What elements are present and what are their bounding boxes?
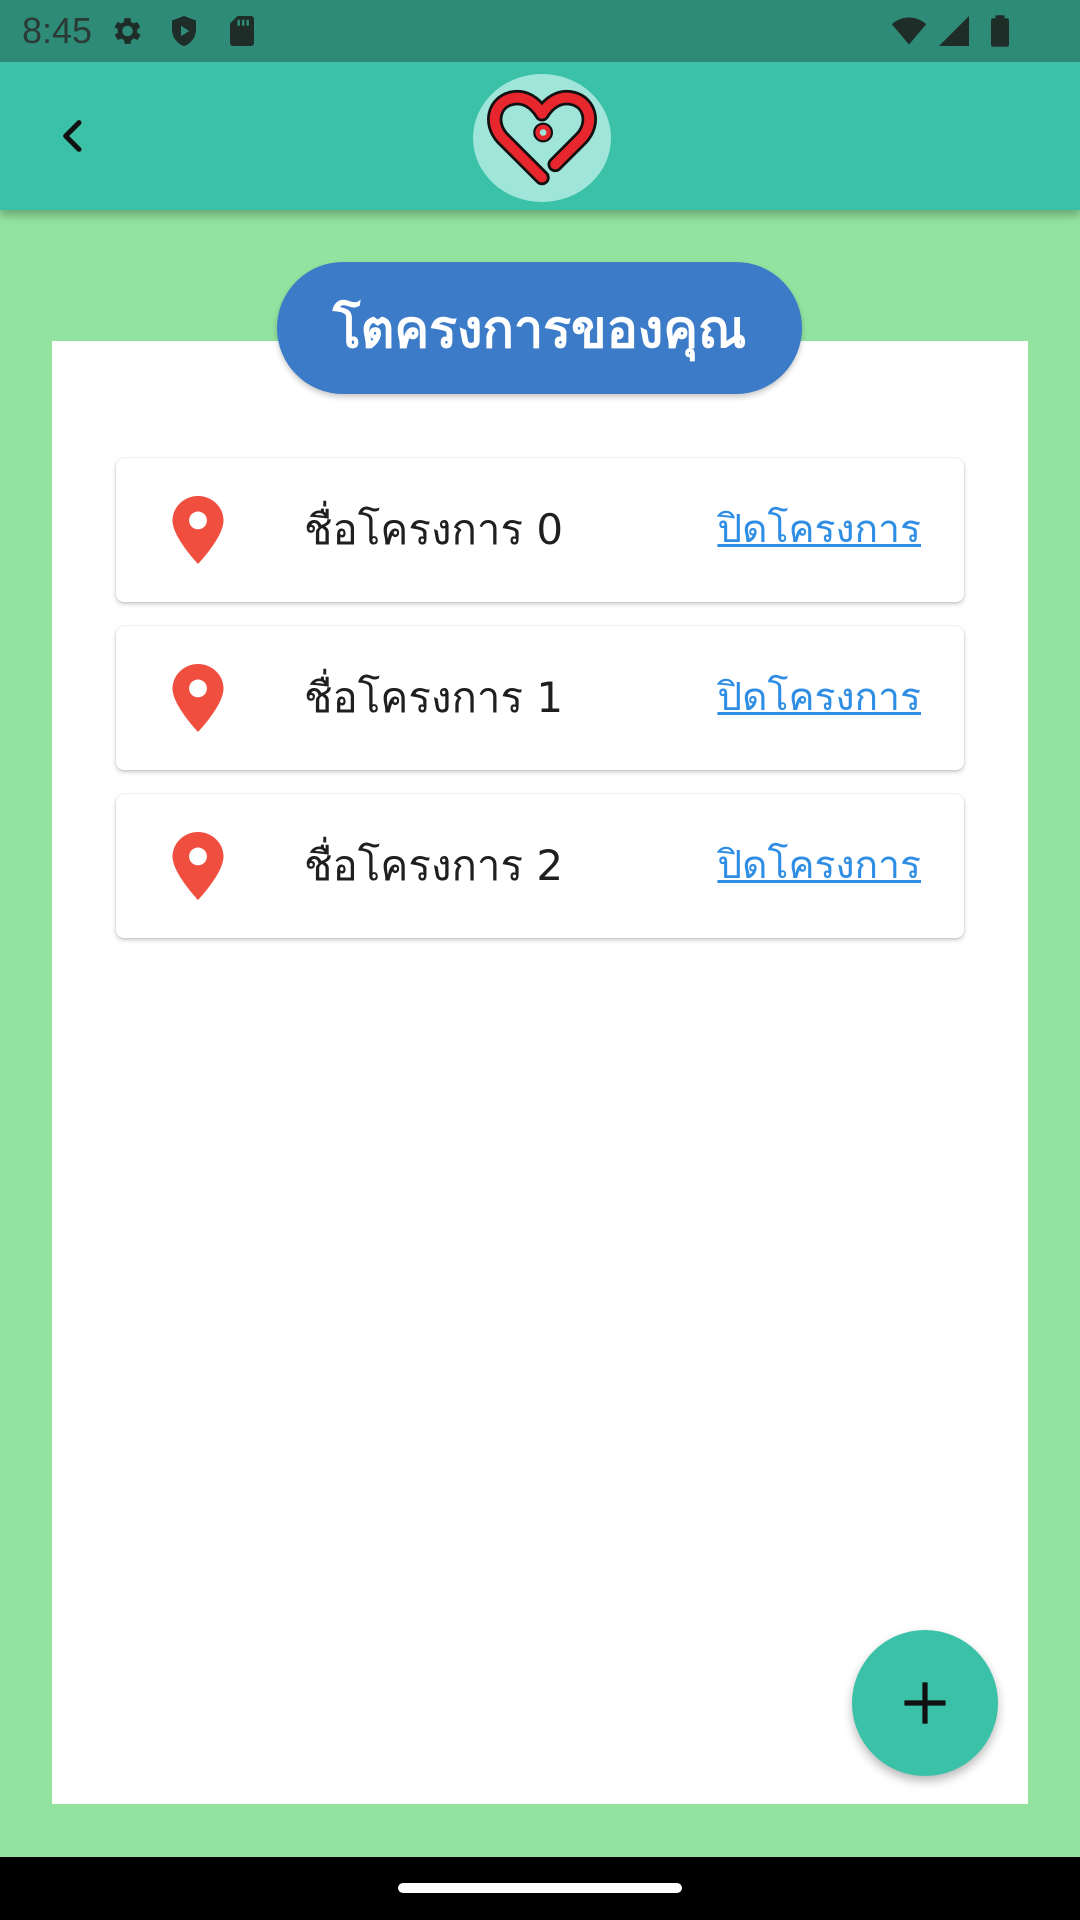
- status-bar: 8:45: [0, 0, 1080, 62]
- sd-card-icon: [230, 16, 254, 46]
- page-title: โตครงการของคุณ: [277, 262, 802, 394]
- chevron-left-icon: [63, 120, 82, 152]
- wifi-icon: [891, 17, 927, 45]
- back-button[interactable]: [44, 106, 104, 166]
- project-card[interactable]: ชื่อโครงการ 2 ปิดโครงการ: [116, 794, 964, 938]
- system-nav-bar: [0, 1857, 1080, 1920]
- close-project-link[interactable]: ปิดโครงการ: [717, 794, 921, 938]
- plus-icon: [904, 1682, 946, 1724]
- project-name: ชื่อโครงการ 0: [304, 505, 564, 554]
- project-card[interactable]: ชื่อโครงการ 0 ปิดโครงการ: [116, 458, 964, 602]
- heart-location-logo: [487, 89, 597, 186]
- close-project-link[interactable]: ปิดโครงการ: [717, 458, 921, 602]
- project-card[interactable]: ชื่อโครงการ 1 ปิดโครงการ: [116, 626, 964, 770]
- battery-icon: [991, 15, 1009, 47]
- map-pin-icon: [172, 832, 224, 900]
- app-logo: [473, 74, 611, 202]
- close-project-link[interactable]: ปิดโครงการ: [717, 626, 921, 770]
- signal-icon: [939, 16, 969, 46]
- project-name: ชื่อโครงการ 1: [304, 673, 564, 722]
- project-name: ชื่อโครงการ 2: [304, 841, 564, 890]
- add-project-button[interactable]: [852, 1630, 998, 1776]
- gear-icon: [114, 18, 141, 44]
- home-gesture-handle[interactable]: [398, 1883, 682, 1893]
- app-bar: [0, 62, 1080, 210]
- map-pin-icon: [172, 664, 224, 732]
- map-pin-icon: [172, 496, 224, 564]
- status-time: 8:45: [22, 10, 93, 51]
- shield-play-icon: [172, 16, 196, 46]
